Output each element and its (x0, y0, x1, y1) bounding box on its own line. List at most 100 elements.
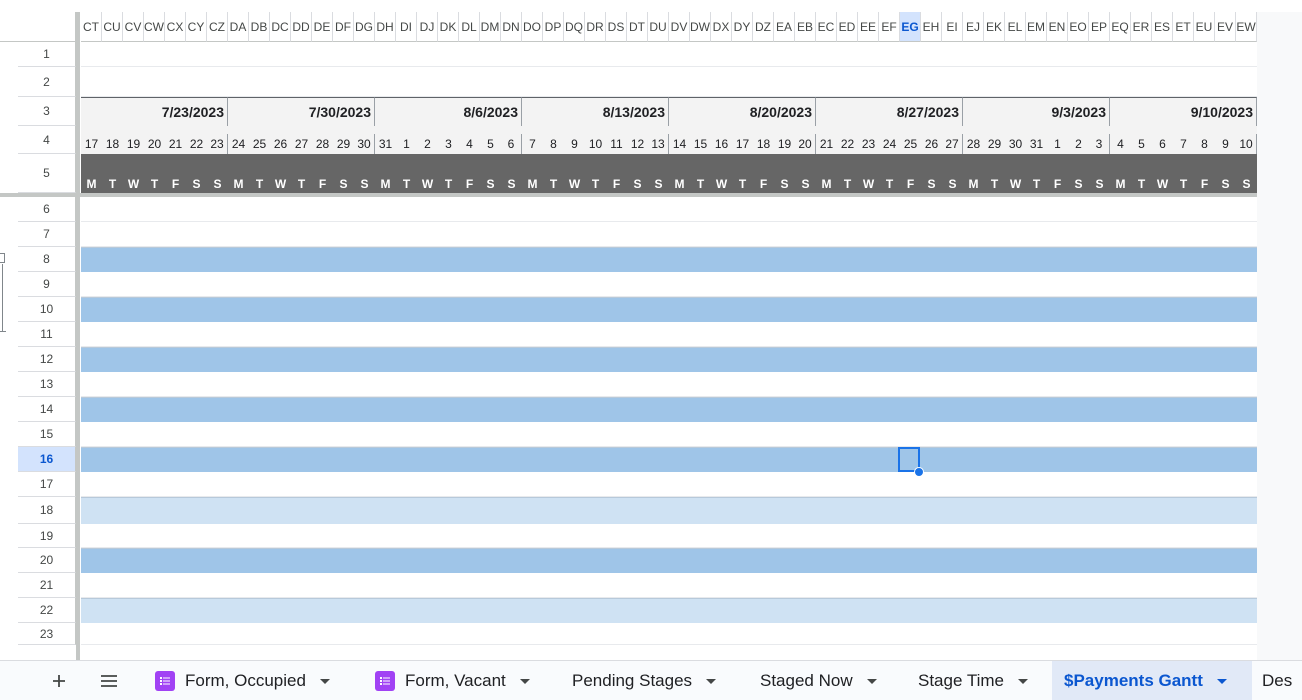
column-header-ef[interactable]: EF (879, 12, 900, 42)
day-number-cell[interactable]: 17 (81, 134, 102, 154)
column-header-dc[interactable]: DC (270, 12, 291, 42)
day-number-cell[interactable]: 26 (270, 134, 291, 154)
column-header-db[interactable]: DB (249, 12, 270, 42)
frozen-columns-divider[interactable] (76, 12, 80, 660)
week-start-cell[interactable]: 8/20/2023 (669, 97, 816, 126)
spreadsheet-grid[interactable]: CT CU CV CW CX CY CZ DA DB DC DD DE DF DG DH DI DJ DK DL DM… (0, 0, 1302, 660)
chevron-down-icon[interactable] (866, 678, 877, 684)
column-header-do[interactable]: DO (522, 12, 543, 42)
column-header-dj[interactable]: DJ (417, 12, 438, 42)
row-header-11[interactable]: 11 (18, 322, 76, 347)
column-header-ej[interactable]: EJ (963, 12, 984, 42)
day-number-cell[interactable]: 24 (879, 134, 900, 154)
row-header-2[interactable]: 2 (18, 67, 76, 97)
day-number-cell[interactable]: 9 (1215, 134, 1236, 154)
day-number-cell[interactable]: 21 (816, 134, 837, 154)
column-header-dl[interactable]: DL (459, 12, 480, 42)
day-number-cell[interactable]: 23 (858, 134, 879, 154)
day-number-cell[interactable]: 13 (648, 134, 669, 154)
row-header-6[interactable]: 6 (18, 197, 76, 222)
column-header-du[interactable]: DU (648, 12, 669, 42)
sheet-tab-des[interactable]: Des (1250, 661, 1302, 700)
day-number-cell[interactable]: 26 (921, 134, 942, 154)
column-header-dg[interactable]: DG (354, 12, 375, 42)
week-start-cell[interactable]: 8/6/2023 (375, 97, 522, 126)
day-number-cell[interactable]: 5 (480, 134, 501, 154)
row-header-3[interactable]: 3 (18, 97, 76, 126)
row-header-19[interactable]: 19 (18, 524, 76, 548)
column-header-dk[interactable]: DK (438, 12, 459, 42)
day-number-cell[interactable]: 14 (669, 134, 690, 154)
day-number-cell[interactable]: 18 (753, 134, 774, 154)
day-number-cell[interactable]: 9 (564, 134, 585, 154)
row-header-7[interactable]: 7 (18, 222, 76, 247)
day-number-cell[interactable]: 11 (606, 134, 627, 154)
day-number-cell[interactable]: 4 (1110, 134, 1131, 154)
week-start-cell[interactable]: 8/27/2023 (816, 97, 963, 126)
column-header-da[interactable]: DA (228, 12, 249, 42)
column-header-ei[interactable]: EI (942, 12, 963, 42)
day-number-cell[interactable]: 25 (249, 134, 270, 154)
row-header-5[interactable]: 5 (18, 154, 76, 193)
chevron-down-icon[interactable] (319, 678, 330, 684)
select-all-corner[interactable] (0, 12, 76, 42)
column-header-dp[interactable]: DP (543, 12, 564, 42)
week-start-cell[interactable]: 7/23/2023 (81, 97, 228, 126)
day-number-cell[interactable]: 19 (774, 134, 795, 154)
column-header-eb[interactable]: EB (795, 12, 816, 42)
column-header-el[interactable]: EL (1005, 12, 1026, 42)
week-start-cell[interactable]: 9/10/2023 (1110, 97, 1257, 126)
day-number-cell[interactable]: 15 (690, 134, 711, 154)
row-header-10[interactable]: 10 (18, 297, 76, 322)
day-number-cell[interactable]: 25 (900, 134, 921, 154)
column-header-eq[interactable]: EQ (1110, 12, 1131, 42)
chevron-down-icon[interactable] (706, 678, 717, 684)
row-header-17[interactable]: 17 (18, 472, 76, 497)
column-header-cu[interactable]: CU (102, 12, 123, 42)
column-header-cy[interactable]: CY (186, 12, 207, 42)
row-header-14[interactable]: 14 (18, 397, 76, 422)
chevron-down-icon[interactable] (519, 678, 530, 684)
day-number-cell[interactable]: 21 (165, 134, 186, 154)
column-header-ec[interactable]: EC (816, 12, 837, 42)
column-header-dn[interactable]: DN (501, 12, 522, 42)
column-header-dt[interactable]: DT (627, 12, 648, 42)
column-header-cz[interactable]: CZ (207, 12, 228, 42)
column-header-en[interactable]: EN (1047, 12, 1068, 42)
row-header-8[interactable]: 8 (18, 247, 76, 272)
column-header-cx[interactable]: CX (165, 12, 186, 42)
day-number-cell[interactable]: 18 (102, 134, 123, 154)
day-number-cell[interactable]: 24 (228, 134, 249, 154)
week-start-cell[interactable]: 7/30/2023 (228, 97, 375, 126)
day-number-cell[interactable]: 1 (1047, 134, 1068, 154)
row-header-23[interactable]: 23 (18, 623, 76, 645)
row-header-12[interactable]: 12 (18, 347, 76, 372)
column-header-eh[interactable]: EH (921, 12, 942, 42)
column-header-ew[interactable]: EW (1236, 12, 1257, 42)
row-header-9[interactable]: 9 (18, 272, 76, 297)
day-number-cell[interactable]: 22 (837, 134, 858, 154)
hamburger-icon[interactable] (92, 661, 126, 700)
day-number-cell[interactable]: 22 (186, 134, 207, 154)
day-number-cell[interactable]: 8 (1194, 134, 1215, 154)
day-number-cell[interactable]: 4 (459, 134, 480, 154)
day-number-cell[interactable]: 5 (1131, 134, 1152, 154)
column-header-eu[interactable]: EU (1194, 12, 1215, 42)
day-number-cell[interactable]: 20 (795, 134, 816, 154)
column-header-dd[interactable]: DD (291, 12, 312, 42)
row-header-13[interactable]: 13 (18, 372, 76, 397)
day-number-cell[interactable]: 20 (144, 134, 165, 154)
day-number-cell[interactable]: 19 (123, 134, 144, 154)
sheet-tab-staged-now[interactable]: Staged Now (748, 661, 898, 700)
day-number-cell[interactable]: 2 (417, 134, 438, 154)
row-header-18[interactable]: 18 (18, 497, 76, 524)
day-number-cell[interactable]: 30 (1005, 134, 1026, 154)
column-header-dx[interactable]: DX (711, 12, 732, 42)
sheet-tab-form-occupied[interactable]: Form, Occupied (143, 661, 353, 700)
column-header-ed[interactable]: ED (837, 12, 858, 42)
column-header-ee[interactable]: EE (858, 12, 879, 42)
column-header-ev[interactable]: EV (1215, 12, 1236, 42)
day-number-cell[interactable]: 12 (627, 134, 648, 154)
column-header-cw[interactable]: CW (144, 12, 165, 42)
day-number-cell[interactable]: 8 (543, 134, 564, 154)
